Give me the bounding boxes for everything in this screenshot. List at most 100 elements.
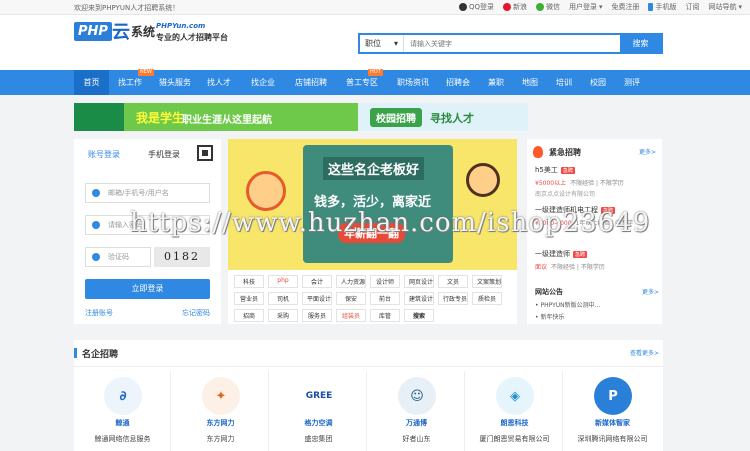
- nav-job-fair[interactable]: 招聘会: [440, 70, 476, 95]
- user-login-link[interactable]: 用户登录 ▾: [569, 2, 603, 12]
- tag-item[interactable]: 搜索: [404, 309, 434, 322]
- section-marker: [74, 348, 77, 358]
- tag-item[interactable]: 保安: [336, 292, 366, 305]
- hot-tags: 科技 php 会计 人力资源 设计师 网页设计 文员 文案策划 营业员 司机 平…: [234, 275, 514, 322]
- top-bar: 欢迎来到PHPYUN人才招聘系统！ QQ登录 新浪 微信 用户登录 ▾ 免费注册 …: [0, 0, 750, 15]
- subscribe-link[interactable]: 订阅: [685, 2, 699, 12]
- famous-more-link[interactable]: 查看更多>: [630, 348, 659, 357]
- banner-decoration: [74, 103, 124, 131]
- login-button[interactable]: 立即登录: [85, 279, 210, 299]
- watermark: https://www.huzhan.com/ishop23649: [130, 208, 651, 238]
- tag-item[interactable]: 司机: [268, 292, 298, 305]
- tag-item[interactable]: 文员: [438, 275, 468, 288]
- search-input[interactable]: [404, 35, 620, 52]
- phone-icon: [648, 3, 654, 11]
- nav-find-talent[interactable]: 找人才: [201, 70, 237, 95]
- nav-headhunter[interactable]: 猎头服务: [155, 70, 195, 95]
- cartoon-boy-icon: [246, 171, 286, 211]
- weibo-login-link[interactable]: 新浪: [502, 2, 527, 12]
- company-card[interactable]: P 新媒体智家 深圳腾讯网络有限公司: [564, 371, 661, 451]
- tag-item[interactable]: 会计: [302, 275, 332, 288]
- qr-code-icon[interactable]: [197, 145, 213, 161]
- nav-worker-zone[interactable]: 普工专区 HOT: [340, 69, 384, 95]
- fire-icon: [533, 146, 543, 158]
- captcha-field[interactable]: 验证码: [85, 247, 151, 267]
- nav-find-company[interactable]: 找企业: [245, 70, 281, 95]
- mobile-link[interactable]: 手机版: [648, 2, 676, 12]
- tag-item[interactable]: 质检员: [472, 292, 502, 305]
- nav-training[interactable]: 培训: [550, 70, 578, 95]
- notice-more-link[interactable]: 更多>: [642, 287, 659, 296]
- qq-login-link[interactable]: QQ登录: [458, 2, 494, 12]
- welcome-text: 欢迎来到PHPYUN人才招聘系统！: [74, 4, 180, 12]
- site-nav-link[interactable]: 网站导航 ▾: [708, 2, 742, 12]
- company-logo: ☺: [398, 377, 436, 415]
- company-logo: GREE: [300, 377, 338, 415]
- main-nav: 首页 找工作 NEW 猎头服务 找人才 找企业 店铺招聘 普工专区 HOT 职场资讯…: [0, 69, 750, 95]
- top-links: QQ登录 新浪 微信 用户登录 ▾ 免费注册 手机版 订阅 网站导航 ▾: [458, 2, 742, 12]
- tag-item[interactable]: 前台: [370, 292, 400, 305]
- tag-item[interactable]: 网页设计: [404, 275, 434, 288]
- nav-find-job[interactable]: 找工作 NEW: [112, 69, 154, 95]
- tag-item[interactable]: 文案策划: [472, 275, 502, 288]
- nav-career-news[interactable]: 职场资讯: [392, 70, 434, 95]
- company-card[interactable]: ✦ 东方网力 东方网力: [172, 371, 269, 451]
- urgent-more-link[interactable]: 更多>: [639, 147, 656, 156]
- tag-item[interactable]: 科技: [234, 275, 264, 288]
- lock-icon: [92, 221, 100, 229]
- tag-item[interactable]: 人力资源: [336, 275, 366, 288]
- tag-item[interactable]: 建筑设计: [404, 292, 434, 305]
- notice-section: 网站公告 更多> • PHPYUN新版公测中... • 新年快乐: [535, 287, 659, 321]
- tag-item[interactable]: 设计师: [370, 275, 400, 288]
- nav-campus[interactable]: 校园: [584, 70, 612, 95]
- tag-item[interactable]: 采购: [268, 309, 298, 322]
- company-card[interactable]: ☺ 万通博 好者山东: [368, 371, 465, 451]
- tab-phone-login[interactable]: 手机登录: [134, 149, 194, 165]
- nav-part-time[interactable]: 兼职: [482, 70, 510, 95]
- tag-item[interactable]: 组装员: [336, 309, 366, 322]
- tag-item[interactable]: 行政专员: [438, 292, 468, 305]
- register-link[interactable]: 免费注册: [611, 2, 639, 12]
- tag-item[interactable]: 招商: [234, 309, 264, 322]
- urgent-job-item[interactable]: h5美工 急聘 ¥5000以上 不限经验 | 不限学历 南京点点设计有限公司: [535, 165, 659, 198]
- company-card[interactable]: GREE 格力空调 盛忠集团: [270, 371, 367, 451]
- forgot-password-link[interactable]: 忘记密码: [182, 308, 210, 318]
- campus-banner[interactable]: 校园招聘 寻找人才: [358, 103, 528, 131]
- login-tabs: 账号登录 手机登录: [74, 149, 194, 165]
- divider: [74, 366, 663, 367]
- company-logo: ∂: [104, 377, 142, 415]
- register-account-link[interactable]: 注册账号: [85, 308, 113, 318]
- nav-store-jobs[interactable]: 店铺招聘: [289, 70, 333, 95]
- company-card[interactable]: ∂ 鲸通 鲸通网络信息服务: [74, 371, 171, 451]
- cartoon-girl-icon: [466, 163, 500, 197]
- chevron-down-icon: ▾: [393, 39, 398, 48]
- nav-map[interactable]: 地图: [516, 70, 544, 95]
- search-box: 职位▾ 搜索: [358, 33, 663, 54]
- famous-companies: 名企招聘 查看更多> ∂ 鲸通 鲸通网络信息服务 ✦ 东方网力 东方网力 GREE 格力空…: [74, 340, 663, 451]
- company-logo: ◈: [496, 377, 534, 415]
- company-card[interactable]: ◈ 朗恩科技 厦门朗恩贸易有限公司: [466, 371, 563, 451]
- tag-item[interactable]: 平面设计: [302, 292, 332, 305]
- nav-home[interactable]: 首页: [74, 70, 109, 95]
- search-type-select[interactable]: 职位 ▾: [360, 35, 404, 52]
- notice-item[interactable]: • PHPYUN新版公测中...: [535, 300, 659, 309]
- weibo-icon: [502, 3, 511, 11]
- username-field[interactable]: 邮箱/手机号/用户名: [85, 183, 210, 203]
- captcha-image[interactable]: 0182: [154, 247, 210, 267]
- tag-item[interactable]: 库管: [370, 309, 400, 322]
- notice-item[interactable]: • 新年快乐: [535, 312, 659, 321]
- tag-item[interactable]: 服务员: [302, 309, 332, 322]
- wechat-icon: [535, 3, 544, 11]
- urgent-job-item[interactable]: 一级建造师 急聘 面议 不限经验 | 不限学历: [535, 249, 659, 271]
- tab-account-login[interactable]: 账号登录: [74, 149, 134, 165]
- tag-item[interactable]: 营业员: [234, 292, 264, 305]
- search-button[interactable]: 搜索: [620, 35, 661, 52]
- new-badge: NEW: [138, 69, 154, 76]
- tag-item[interactable]: php: [268, 275, 298, 288]
- site-logo[interactable]: PHP 云 系统 PHPYun.com 专业的人才招聘平台: [74, 18, 244, 50]
- promo-poster[interactable]: 这些名企老板好 钱多，活少，离家近 年薪翻一翻: [228, 139, 517, 270]
- nav-assessment[interactable]: 测评: [618, 70, 646, 95]
- hot-badge: HOT: [368, 69, 383, 76]
- wechat-login-link[interactable]: 微信: [535, 2, 560, 12]
- company-logo: P: [594, 377, 632, 415]
